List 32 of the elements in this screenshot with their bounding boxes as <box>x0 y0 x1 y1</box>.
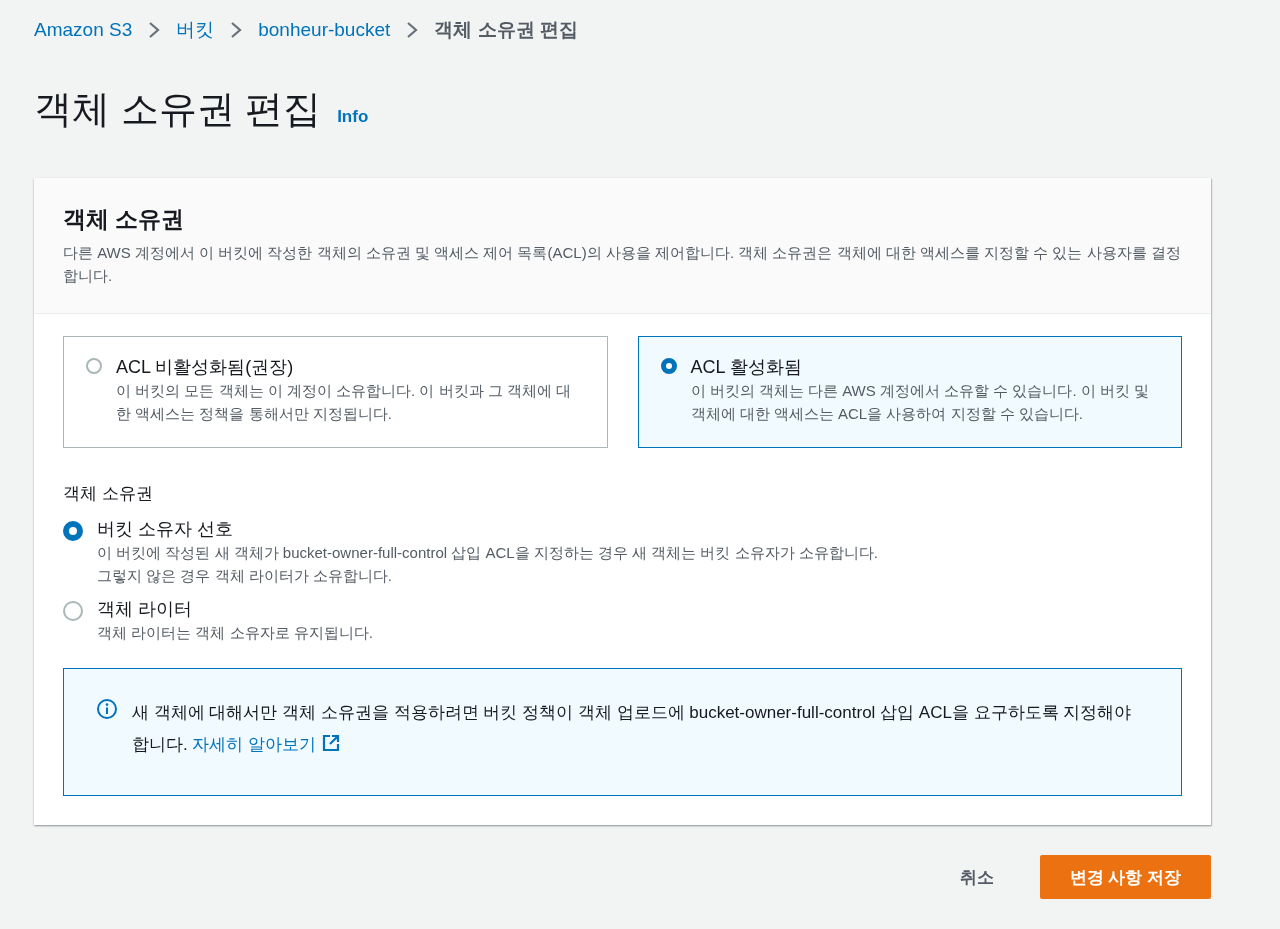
radio-button[interactable] <box>660 358 677 374</box>
breadcrumb-link[interactable]: Amazon S3 <box>34 19 133 41</box>
breadcrumb-link[interactable]: 버킷 <box>176 17 215 43</box>
radio-button[interactable] <box>63 601 83 621</box>
option-description: 객체 라이터는 객체 소유자로 유지됩니다. <box>97 623 373 643</box>
learn-more-link[interactable]: 자세히 알아보기 <box>192 735 341 754</box>
info-icon <box>96 698 118 720</box>
chevron-right-icon <box>230 21 243 39</box>
chevron-right-icon <box>406 21 419 39</box>
option-description: 이 버킷에 작성된 새 객체가 bucket-owner-full-control 삽입 ACL을 지정하는 경우 새 객체는 버킷 소유자가 소유합니다. 그렇지 않은 경우 객체 라이터가 소유합니다. <box>97 543 879 586</box>
breadcrumb-current: 객체 소유권 편집 <box>434 18 578 42</box>
external-link-icon <box>322 734 341 752</box>
panel-title: 객체 소유권 <box>63 205 186 234</box>
option-label: ACL 활성화됨 <box>690 356 803 379</box>
field-label: 객체 소유권 <box>63 483 154 505</box>
option-description: 이 버킷의 객체는 다른 AWS 계정에서 소유할 수 있습니다. 이 버킷 및 객체에 대한 액세스는 ACL을 사용하여 지정할 수 있습니다. <box>690 381 1151 424</box>
option-label: ACL 비활성화됨(권장) <box>116 356 295 379</box>
option-label: 객체 라이터 <box>97 598 193 621</box>
radio-button[interactable] <box>86 358 102 374</box>
cancel-button[interactable]: 취소 <box>933 855 1020 899</box>
radio-button[interactable] <box>63 521 83 541</box>
acl-option-tile[interactable]: ACL 비활성화됨(권장) 이 버킷의 모든 객체는 이 계정이 소유합니다. 이 버킷과 그 객체에 대한 액세스는 정책을 통해서만 지정됩니다. <box>63 336 608 448</box>
option-label: 버킷 소유자 선호 <box>97 518 234 541</box>
page-title: 객체 소유권 편집 <box>34 87 322 132</box>
alert-message: 새 객체에 대해서만 객체 소유권을 적용하려면 버킷 정책이 객체 업로드에 bucket-owner-full-control 삽입 ACL을 요구하도록 지정해야 합니다. 자세히 알아보기 <box>132 702 1133 756</box>
chevron-right-icon <box>148 21 161 39</box>
info-link[interactable]: Info <box>337 107 369 127</box>
breadcrumb-link[interactable]: bonheur-bucket <box>258 19 391 41</box>
acl-option-tile[interactable]: ACL 활성화됨 이 버킷의 객체는 다른 AWS 계정에서 소유할 수 있습니다. 이 버킷 및 객체에 대한 액세스는 ACL을 사용하여 지정할 수 있습니다. <box>637 336 1182 448</box>
panel-description: 다른 AWS 계정에서 이 버킷에 작성한 객체의 소유권 및 액세스 제어 목록(ACL)의 사용을 제어합니다. 객체 소유권은 객체에 대한 액세스를 지정할 수 있는 사용자를 결정합니다. <box>63 243 1181 286</box>
save-button[interactable]: 변경 사항 저장 <box>1039 855 1211 899</box>
option-description: 이 버킷의 모든 객체는 이 계정이 소유합니다. 이 버킷과 그 객체에 대한 액세스는 정책을 통해서만 지정됩니다. <box>116 381 572 424</box>
